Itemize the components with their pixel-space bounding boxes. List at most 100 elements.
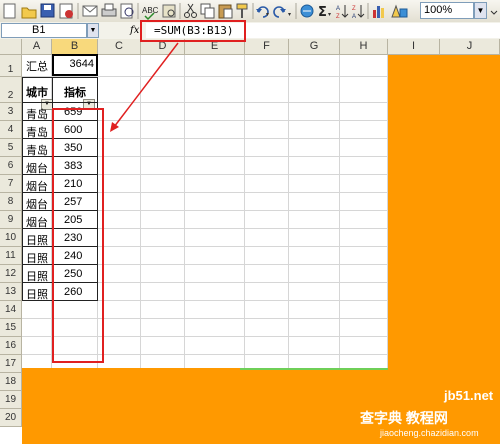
cell-e5[interactable] [185,139,245,157]
cell-c14[interactable] [98,301,141,319]
cell-g5[interactable] [289,139,340,157]
cell-g11[interactable] [289,247,340,265]
column-header-g[interactable]: G [289,39,340,55]
cell-e3[interactable] [185,103,245,121]
cell-e15[interactable] [185,319,245,337]
column-header-i[interactable]: I [388,39,440,55]
cell-a16[interactable] [22,337,52,355]
cell-c3[interactable] [98,103,141,121]
column-header-a[interactable]: A [22,39,52,55]
row-header-15[interactable]: 15 [0,319,22,337]
cell-f16[interactable] [245,337,289,355]
row-header-2[interactable]: 2 [0,77,22,103]
cell-d5[interactable] [141,139,185,157]
cell-c15[interactable] [98,319,141,337]
new-icon[interactable] [3,3,16,19]
cell-d2[interactable] [141,77,185,103]
cell-c8[interactable] [98,193,141,211]
cell-g6[interactable] [289,157,340,175]
cell-a14[interactable] [22,301,52,319]
active-cell-b1[interactable] [52,54,98,76]
cell-c11[interactable] [98,247,141,265]
row-header-18[interactable]: 18 [0,373,22,391]
cell-f13[interactable] [245,283,289,301]
cell-g12[interactable] [289,265,340,283]
cell-e7[interactable] [185,175,245,193]
cell-f9[interactable] [245,211,289,229]
cell-g16[interactable] [289,337,340,355]
row-header-16[interactable]: 16 [0,337,22,355]
row-header-7[interactable]: 7 [0,175,22,193]
autosum-icon[interactable]: Σ ▾ [318,5,331,20]
cell-c13[interactable] [98,283,141,301]
open-icon[interactable] [21,7,37,19]
zoom-select[interactable]: 100% [420,2,474,19]
sort-ascending-icon[interactable]: AZ [336,5,349,20]
cell-h13[interactable] [340,283,388,301]
permission-icon[interactable] [59,3,73,19]
cell-d6[interactable] [141,157,185,175]
cell-c1[interactable] [98,55,141,77]
cell-d4[interactable] [141,121,185,139]
cell-g4[interactable] [289,121,340,139]
email-icon[interactable] [82,5,98,17]
row-header-19[interactable]: 19 [0,391,22,409]
cell-d8[interactable] [141,193,185,211]
row-header-3[interactable]: 3 [0,103,22,121]
cell-d15[interactable] [141,319,185,337]
cell-c12[interactable] [98,265,141,283]
cell-h15[interactable] [340,319,388,337]
cell-e14[interactable] [185,301,245,319]
paste-icon[interactable] [218,4,233,19]
row-header-20[interactable]: 20 [0,409,22,427]
save-icon[interactable] [40,3,55,18]
cell-h11[interactable] [340,247,388,265]
cell-f15[interactable] [245,319,289,337]
row-header-11[interactable]: 11 [0,247,22,265]
cell-c4[interactable] [98,121,141,139]
row-header-10[interactable]: 10 [0,229,22,247]
cell-e13[interactable] [185,283,245,301]
column-header-f[interactable]: F [245,39,289,55]
cell-c16[interactable] [98,337,141,355]
cell-f6[interactable] [245,157,289,175]
row-header-13[interactable]: 13 [0,283,22,301]
cell-d1[interactable] [141,55,185,77]
cell-f7[interactable] [245,175,289,193]
cell-c2[interactable] [98,77,141,103]
cell-d7[interactable] [141,175,185,193]
cell-g15[interactable] [289,319,340,337]
zoom-dropdown-arrow-icon[interactable]: ▼ [474,2,487,19]
undo-icon[interactable]: ▾ [256,6,269,18]
copy-icon[interactable] [200,3,215,19]
redo-icon[interactable]: ▾ [273,6,291,18]
cell-h10[interactable] [340,229,388,247]
cell-e1[interactable] [185,55,245,77]
cell-h4[interactable] [340,121,388,139]
name-box-dropdown-icon[interactable]: ▼ [87,23,99,38]
select-all-corner[interactable] [0,39,22,55]
cell-f3[interactable] [245,103,289,121]
cell-e4[interactable] [185,121,245,139]
spelling-icon[interactable]: ABC [142,6,159,21]
column-header-j[interactable]: J [440,39,500,55]
cell-e16[interactable] [185,337,245,355]
cell-d13[interactable] [141,283,185,301]
research-icon[interactable] [162,4,176,18]
cell-f10[interactable] [245,229,289,247]
cell-e12[interactable] [185,265,245,283]
cell-h7[interactable] [340,175,388,193]
chart-wizard-icon[interactable] [373,6,384,18]
cell-c10[interactable] [98,229,141,247]
name-box[interactable]: B1 [1,23,87,38]
row-header-14[interactable]: 14 [0,301,22,319]
cell-h5[interactable] [340,139,388,157]
cell-d10[interactable] [141,229,185,247]
cell-c9[interactable] [98,211,141,229]
row-header-17[interactable]: 17 [0,355,22,373]
cell-g10[interactable] [289,229,340,247]
cell-a15[interactable] [22,319,52,337]
cell-d16[interactable] [141,337,185,355]
cell-h16[interactable] [340,337,388,355]
cell-e10[interactable] [185,229,245,247]
